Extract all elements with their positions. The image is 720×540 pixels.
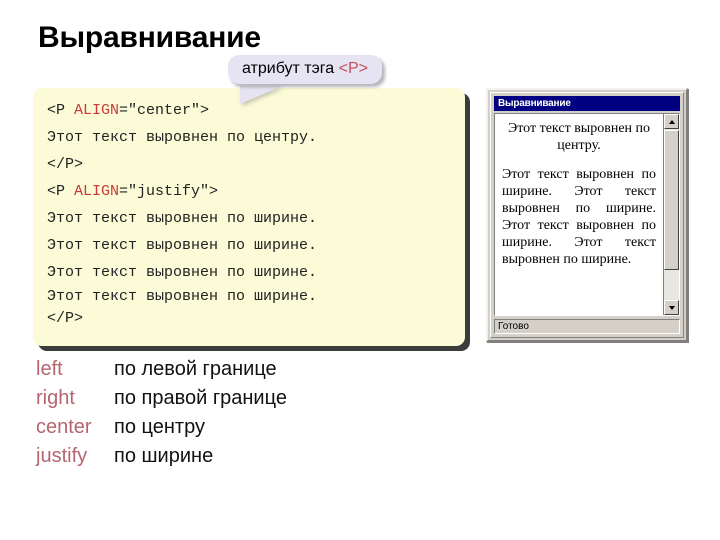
legend-row: left по левой границе — [36, 355, 287, 384]
callout-text: атрибут тэга — [242, 60, 339, 77]
browser-statusbar: Готово — [494, 319, 680, 334]
scroll-up-icon — [668, 119, 675, 124]
slide-root: Выравнивание атрибут тэга <P> <P ALIGN="… — [0, 0, 720, 540]
justified-paragraph: Этот текст выровнен по ширине. Этот текс… — [502, 167, 656, 267]
legend-value: по ширине — [114, 445, 214, 467]
legend-value: по центру — [114, 416, 205, 438]
browser-viewport: Этот текст выровнен по центру. Этот текс… — [494, 113, 680, 316]
legend-key: right — [36, 387, 75, 409]
callout-tag: <P> — [338, 60, 368, 77]
legend-value: по правой границе — [114, 387, 287, 409]
code-text: Этот текст выровнен по ширине. — [47, 288, 318, 305]
code-text: Этот текст выровнен по центру. — [47, 129, 318, 146]
scroll-down-icon — [668, 305, 675, 310]
callout-tail — [240, 86, 282, 104]
code-line: Этот текст выровнен по ширине. — [33, 205, 465, 232]
alignment-legend: left по левой границе right по правой грани… — [36, 355, 287, 471]
code-line: </P> — [33, 151, 465, 178]
code-keyword: ALIGN — [74, 102, 120, 119]
code-text: ="center"> — [119, 102, 210, 119]
code-line: Этот текст выровнен по центру. — [33, 124, 465, 151]
code-text: </P> — [47, 310, 84, 327]
code-lines: <P ALIGN="center"> Этот текст выровнен по… — [33, 97, 465, 330]
scrollbar-thumb[interactable] — [664, 130, 679, 270]
code-text: <P — [47, 102, 75, 119]
centered-paragraph: Этот текст выровнен по центру. — [507, 121, 651, 153]
browser-titlebar: Выравнивание — [494, 96, 680, 111]
callout-bubble: атрибут тэга <P> — [228, 55, 382, 84]
rendered-page: Этот текст выровнен по центру. Этот текс… — [495, 114, 663, 315]
scroll-down-button[interactable] — [664, 300, 679, 315]
code-line: <P ALIGN="justify"> — [33, 178, 465, 205]
browser-title: Выравнивание — [498, 98, 571, 109]
code-line: Этот текст выровнен по ширине. — [33, 259, 465, 286]
code-text: ="justify"> — [119, 183, 219, 200]
browser-window: Выравнивание Этот текст выровнен по цент… — [486, 88, 688, 342]
status-text: Готово — [498, 321, 529, 332]
page-title: Выравнивание — [38, 21, 261, 54]
vertical-scrollbar[interactable] — [663, 114, 679, 315]
callout: атрибут тэга <P> — [228, 55, 382, 104]
code-block: <P ALIGN="center"> Этот текст выровнен по… — [33, 88, 465, 346]
legend-row: center по центру — [36, 413, 287, 442]
code-text: </P> — [47, 156, 84, 173]
legend-key: left — [36, 358, 63, 380]
legend-row: right по правой границе — [36, 384, 287, 413]
code-text: Этот текст выровнен по ширине. — [47, 210, 318, 227]
code-line: Этот текст выровнен по ширине. — [33, 286, 465, 308]
code-text: Этот текст выровнен по ширине. — [47, 237, 318, 254]
code-text: Этот текст выровнен по ширине. — [47, 264, 318, 281]
code-line: Этот текст выровнен по ширине. — [33, 232, 465, 259]
browser-window-inner: Выравнивание Этот текст выровнен по цент… — [490, 92, 684, 338]
code-keyword: ALIGN — [74, 183, 120, 200]
legend-row: justify по ширине — [36, 442, 287, 471]
code-line: </P> — [33, 308, 465, 330]
legend-key: justify — [36, 445, 88, 467]
code-text: <P — [47, 183, 75, 200]
legend-key: center — [36, 416, 92, 438]
scroll-up-button[interactable] — [664, 114, 679, 129]
legend-value: по левой границе — [114, 358, 277, 380]
